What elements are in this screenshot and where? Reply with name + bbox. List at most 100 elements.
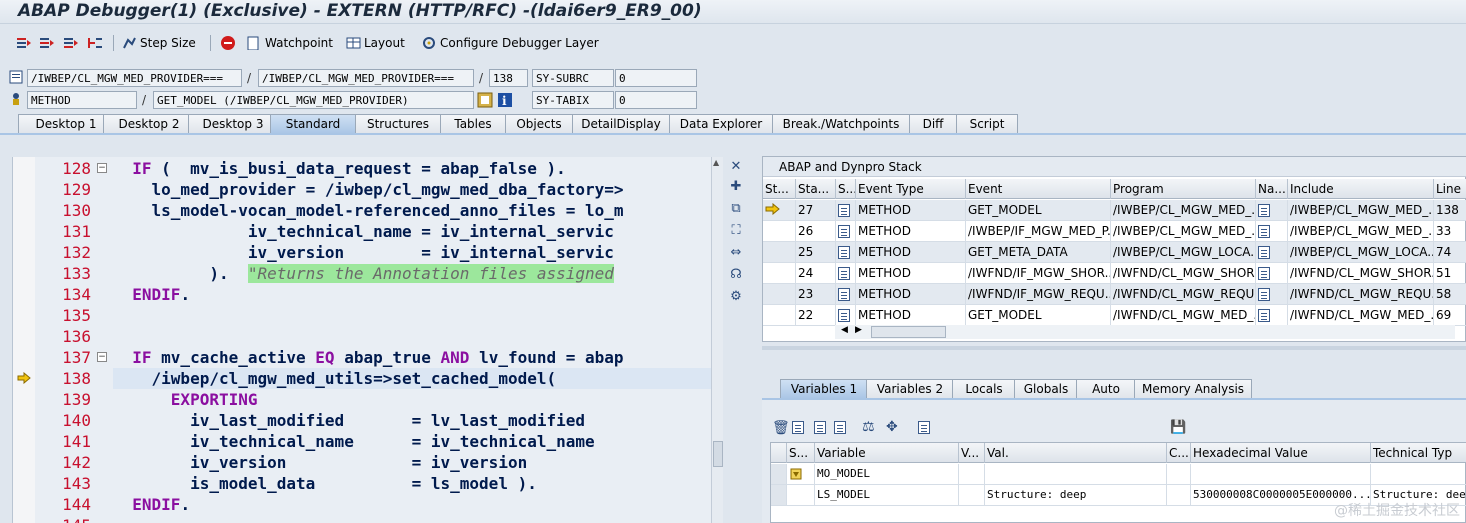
tab-locals[interactable]: Locals — [952, 379, 1016, 399]
tab-desktop-2[interactable]: Desktop 2 — [103, 114, 195, 134]
stack-scroll-thumb[interactable] — [871, 326, 946, 338]
stack-row[interactable]: 26 METHOD/IWBEP/IF_MGW_MED_P.../IWBEP/CL_… — [763, 221, 1466, 242]
col-header[interactable]: C... — [1167, 443, 1191, 463]
tab-standard[interactable]: Standard — [270, 114, 356, 134]
watchpoint-button[interactable]: Watchpoint — [247, 33, 333, 53]
sysubrc-label-field[interactable]: SY-SUBRC — [532, 69, 614, 87]
window-title: ABAP Debugger(1) (Exclusive) - EXTERN (H… — [18, 1, 702, 21]
col-header[interactable]: Na... — [1256, 179, 1288, 199]
new-tool-icon[interactable]: ✚ — [728, 179, 744, 195]
tab-variables-2[interactable]: Variables 2 — [866, 379, 954, 399]
variable-cell-type[interactable] — [1371, 464, 1466, 485]
event-field[interactable]: GET_MODEL (/IWBEP/CL_MGW_MED_PROVIDER) — [153, 91, 474, 109]
filter-icon[interactable]: ⚖ — [862, 419, 875, 435]
scroll-up-icon[interactable]: ▲ — [713, 158, 719, 167]
configure-layer-button[interactable]: Configure Debugger Layer — [422, 33, 599, 53]
col-header[interactable]: Line — [1434, 179, 1466, 199]
breakpoint-gutter[interactable] — [13, 157, 35, 523]
event-type-field[interactable]: METHOD — [27, 91, 137, 109]
panel-splitter[interactable] — [762, 346, 1466, 350]
save-icon[interactable]: 💾 — [1170, 420, 1186, 435]
delete-icon[interactable]: 🗑 — [772, 420, 790, 436]
col-header[interactable]: S... — [787, 443, 815, 463]
program-icon — [9, 70, 23, 84]
layout-button[interactable]: Layout — [346, 33, 405, 53]
line-number: 144 — [62, 495, 91, 514]
swap-icon[interactable]: ⇔ — [728, 245, 744, 261]
col-header[interactable]: V... — [959, 443, 985, 463]
variable-cell-name[interactable]: MO_MODEL — [815, 464, 959, 485]
stack-row[interactable]: 23 METHOD/IWFND/IF_MGW_REQU.../IWFND/CL_M… — [763, 284, 1466, 305]
services-icon[interactable]: ☊ — [728, 267, 744, 283]
execute-button[interactable] — [39, 33, 55, 53]
tab-desktop-1[interactable]: Desktop 1 — [18, 114, 114, 134]
stack-row[interactable]: 24 METHOD/IWFND/IF_MGW_SHOR.../IWFND/CL_M… — [763, 263, 1466, 284]
tab-auto[interactable]: Auto — [1076, 379, 1136, 399]
include-field[interactable]: /IWBEP/CL_MGW_MED_PROVIDER=== — [258, 69, 474, 87]
tab-script[interactable]: Script — [956, 114, 1018, 134]
tab-desktop-3[interactable]: Desktop 3 — [188, 114, 278, 134]
variable-row[interactable]: MO_MODEL — [771, 464, 1466, 485]
method-doc-icon — [1258, 267, 1270, 280]
variable-cell-name[interactable]: LS_MODEL — [815, 485, 959, 506]
col-header[interactable]: Val. — [985, 443, 1167, 463]
col-header[interactable]: Event — [966, 179, 1111, 199]
insert-icon[interactable] — [792, 420, 804, 434]
stack-row[interactable]: 22 METHOD GET_MODEL/IWFND/CL_MGW_MED_... /I… — [763, 305, 1466, 326]
detail-icon[interactable] — [918, 420, 930, 434]
tab-tables[interactable]: Tables — [440, 114, 506, 134]
editor-scroll-thumb[interactable] — [713, 441, 723, 467]
program-field[interactable]: /IWBEP/CL_MGW_MED_PROVIDER=== — [27, 69, 242, 87]
scroll-left-icon[interactable]: ◀ — [841, 325, 848, 335]
col-header[interactable]: Sta... — [796, 179, 836, 199]
line-field[interactable]: 138 — [489, 69, 528, 87]
code-text: iv_technical_name = iv_internal_servic — [113, 222, 614, 241]
col-header[interactable]: Event Type — [856, 179, 966, 199]
tab-data-explorer[interactable]: Data Explorer — [669, 114, 773, 134]
sytabix-value-field[interactable]: 0 — [615, 91, 697, 109]
return-button[interactable] — [63, 33, 79, 53]
continue-button[interactable] — [87, 33, 103, 53]
tab-variables-1[interactable]: Variables 1 — [780, 379, 868, 399]
sytabix-label-field[interactable]: SY-TABIX — [532, 91, 614, 109]
col-header[interactable]: Technical Typ — [1371, 443, 1466, 463]
tab-globals[interactable]: Globals — [1014, 379, 1078, 399]
move-icon[interactable]: ✥ — [886, 419, 898, 435]
variable-cell-val[interactable]: Structure: deep — [985, 485, 1167, 506]
col-header[interactable]: Variable — [815, 443, 959, 463]
editor-scrollbar[interactable]: ▲ — [711, 157, 723, 523]
step-size-button[interactable]: Step Size — [122, 33, 196, 53]
col-header[interactable]: Program — [1111, 179, 1256, 199]
sysubrc-value-field[interactable]: 0 — [615, 69, 697, 87]
variable-cell-val[interactable] — [985, 464, 1167, 485]
close-icon[interactable]: ✕ — [728, 159, 744, 175]
stack-row[interactable]: 27 METHOD GET_MODEL/IWBEP/CL_MGW_MED_... /I… — [763, 200, 1466, 221]
stack-row[interactable]: 25 METHOD GET_META_DATA/IWBEP/CL_MGW_LOCA.… — [763, 242, 1466, 263]
full-screen-icon[interactable]: ⛶ — [728, 223, 744, 239]
scroll-right-icon[interactable]: ▶ — [855, 325, 862, 335]
stop-button[interactable] — [220, 33, 236, 53]
stack-hscroll[interactable]: ◀ ▶ — [835, 325, 1455, 339]
col-header[interactable] — [771, 443, 787, 463]
single-step-button[interactable] — [16, 33, 32, 53]
tab-objects[interactable]: Objects — [505, 114, 573, 134]
replace-tool-icon[interactable]: ⧉ — [728, 201, 744, 217]
fold-toggle-icon[interactable]: − — [97, 352, 107, 362]
col-header[interactable]: St... — [763, 179, 796, 199]
col-header[interactable]: S... — [836, 179, 856, 199]
col-header[interactable]: Include — [1288, 179, 1434, 199]
col-header[interactable]: Hexadecimal Value — [1191, 443, 1371, 463]
tab-detaildisplay[interactable]: DetailDisplay — [572, 114, 670, 134]
navigate-icon[interactable] — [477, 92, 493, 108]
settings-icon[interactable]: ⚙ — [728, 289, 744, 305]
tab-breakpoints[interactable]: Break./Watchpoints — [772, 114, 910, 134]
info-icon[interactable]: i — [497, 92, 513, 108]
copy-icon[interactable] — [834, 420, 846, 434]
source-code-editor[interactable]: 128− IF ( mv_is_busi_data_request = abap… — [12, 157, 712, 523]
tab-structures[interactable]: Structures — [355, 114, 441, 134]
tab-memory-analysis[interactable]: Memory Analysis — [1134, 379, 1252, 399]
tab-diff[interactable]: Diff — [909, 114, 957, 134]
append-icon[interactable] — [814, 420, 826, 434]
fold-toggle-icon[interactable]: − — [97, 163, 107, 173]
variable-cell-hex[interactable] — [1191, 464, 1371, 485]
